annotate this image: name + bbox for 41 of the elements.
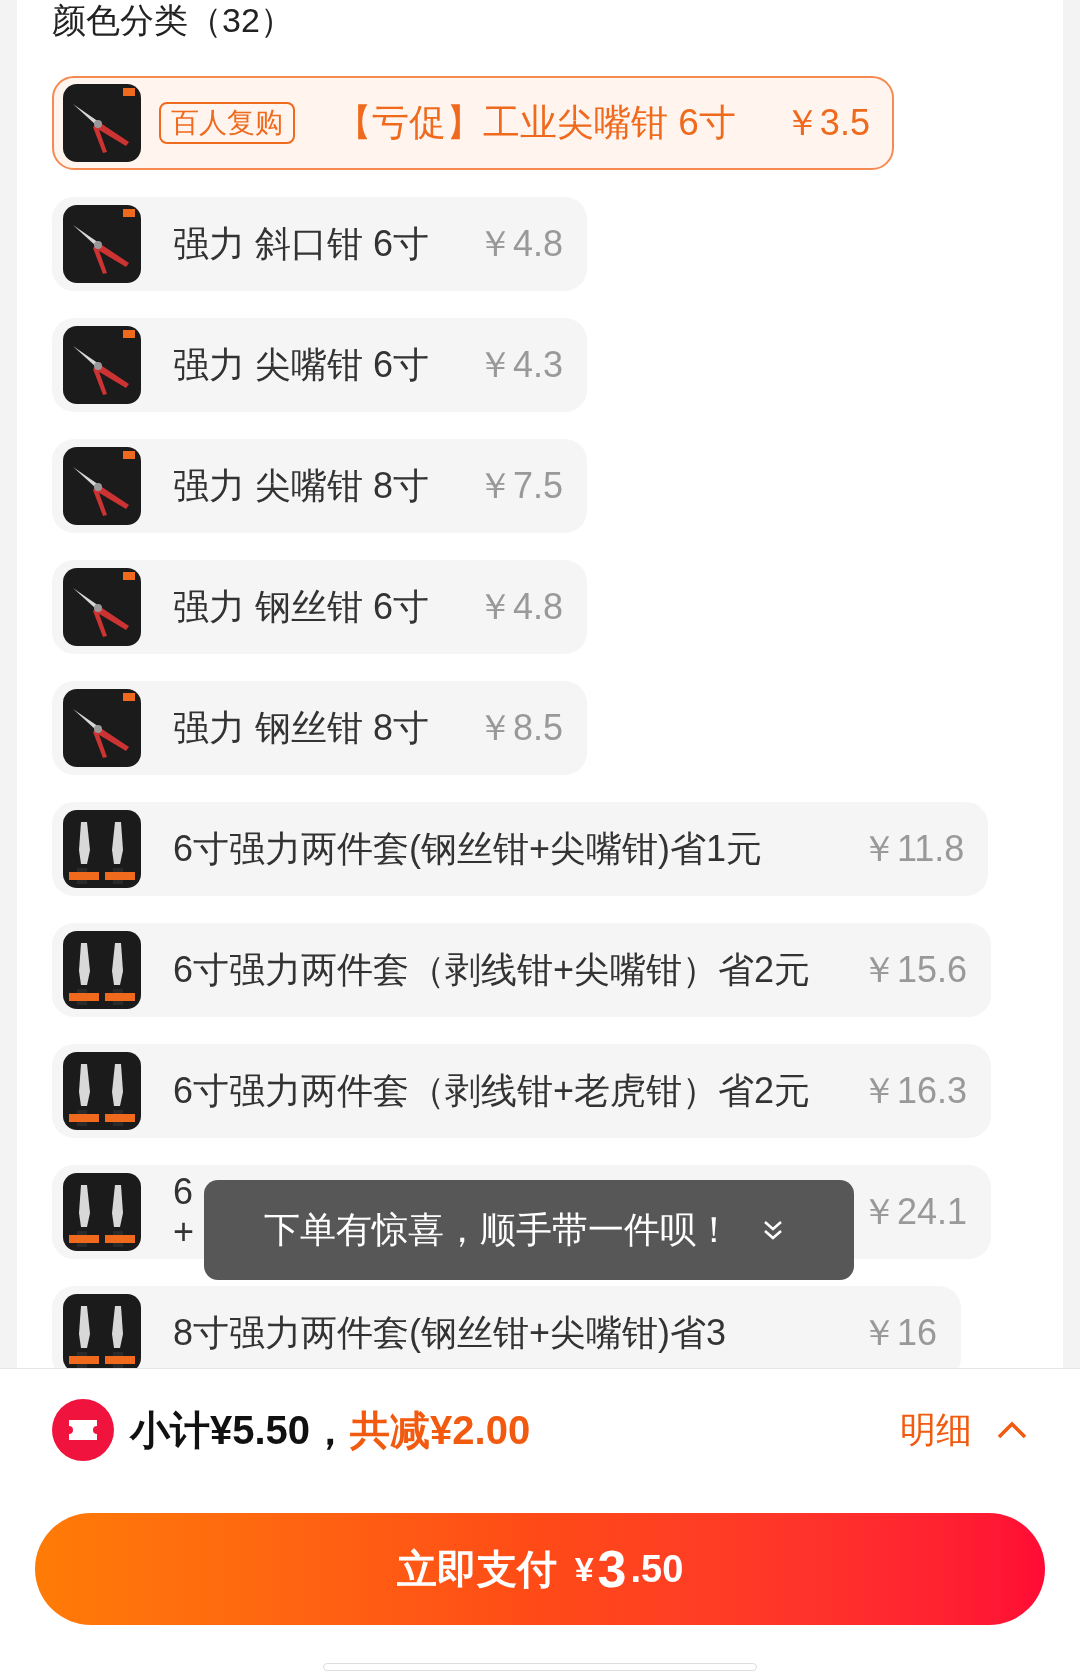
option-price: ￥4.8 xyxy=(477,222,564,266)
option-name: 6寸强力两件套（剥线钳+老虎钳）省2元 xyxy=(173,1071,812,1111)
option-price: ￥24.1 xyxy=(861,1190,968,1234)
option-item[interactable]: 6寸强力两件套(钢丝钳+尖嘴钳)省1元 ￥11.8 xyxy=(52,802,989,896)
toast-message: 下单有惊喜，顺手带一件呗！ xyxy=(264,1208,732,1252)
option-item[interactable]: 8寸强力两件套(钢丝钳+尖嘴钳)省3 ￥16 xyxy=(52,1286,962,1368)
option-price: ￥3.5 xyxy=(783,101,870,145)
option-name: 8寸强力两件套(钢丝钳+尖嘴钳)省3 xyxy=(173,1313,728,1353)
option-price: ￥8.5 xyxy=(477,706,564,750)
coupon-icon xyxy=(52,1399,114,1461)
option-price: ￥11.8 xyxy=(861,827,965,871)
option-name: 强力 钢丝钳 8寸 xyxy=(173,706,430,750)
option-name: 6寸强力两件套（剥线钳+尖嘴钳）省2元 xyxy=(173,950,812,990)
option-item[interactable]: 强力 斜口钳 6寸 ￥4.8 xyxy=(52,197,588,291)
double-chevron-icon xyxy=(762,1218,784,1242)
pay-now-button[interactable]: 立即支付 ¥3.50 xyxy=(35,1513,1045,1625)
option-price: ￥7.5 xyxy=(477,464,564,508)
option-name-fragment: 6 xyxy=(173,1172,194,1212)
option-name: 强力 钢丝钳 6寸 xyxy=(173,585,430,629)
option-price: ￥4.3 xyxy=(477,343,564,387)
option-item[interactable]: 强力 钢丝钳 6寸 ￥4.8 xyxy=(52,560,588,654)
option-name: 强力 尖嘴钳 8寸 xyxy=(173,464,430,508)
option-price: ￥4.8 xyxy=(477,585,564,629)
option-name-fragment: + xyxy=(173,1212,195,1252)
option-name: 6寸强力两件套(钢丝钳+尖嘴钳)省1元 xyxy=(173,829,764,869)
option-name: 强力 斜口钳 6寸 xyxy=(173,222,430,266)
option-name: 强力 尖嘴钳 6寸 xyxy=(173,343,430,387)
option-item[interactable]: 强力 尖嘴钳 6寸 ￥4.3 xyxy=(52,318,588,412)
repurchase-badge: 百人复购 xyxy=(159,102,295,144)
discount-total: 共减¥2.00 xyxy=(350,1407,531,1454)
option-item[interactable]: 6寸强力两件套（剥线钳+老虎钳）省2元 ￥16.3 xyxy=(52,1044,992,1138)
section-title: 颜色分类（32） xyxy=(52,0,294,40)
chevron-up-icon xyxy=(996,1420,1028,1440)
option-price: ￥16 xyxy=(861,1311,938,1355)
option-item[interactable]: 强力 尖嘴钳 8寸 ￥7.5 xyxy=(52,439,588,533)
option-item[interactable]: 6寸强力两件套（剥线钳+尖嘴钳）省2元 ￥15.6 xyxy=(52,923,992,1017)
option-price: ￥15.6 xyxy=(861,948,968,992)
subtotal: 小计¥5.50， xyxy=(130,1407,351,1454)
option-price: ￥16.3 xyxy=(861,1069,968,1113)
option-name: 【亏促】工业尖嘴钳 6寸 xyxy=(335,101,736,146)
option-item[interactable]: 强力 钢丝钳 8寸 ￥8.5 xyxy=(52,681,588,775)
